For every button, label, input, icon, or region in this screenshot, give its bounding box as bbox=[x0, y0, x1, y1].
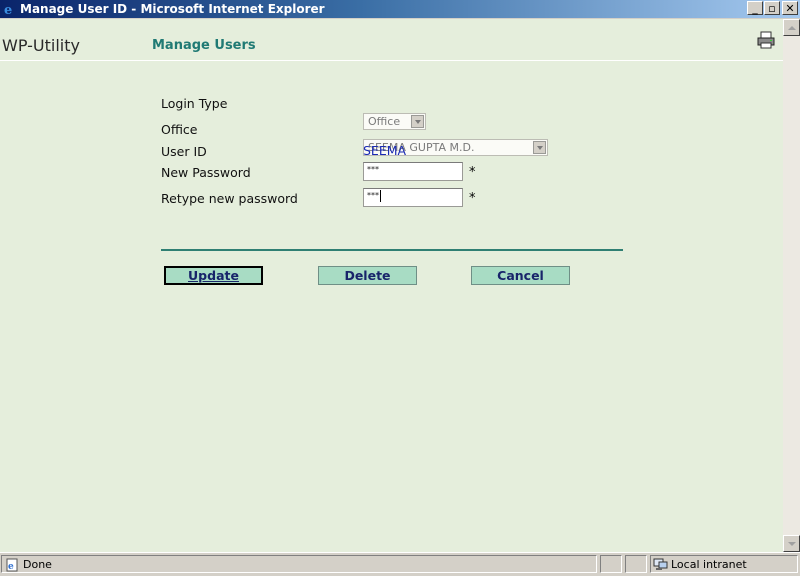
status-pane bbox=[600, 555, 622, 573]
printer-icon[interactable] bbox=[756, 31, 776, 49]
page-content: WP-Utility Manage Users Login Type Offic… bbox=[0, 19, 783, 552]
page-done-icon: e bbox=[6, 558, 18, 572]
update-button-label: Update bbox=[188, 268, 239, 283]
status-pane bbox=[625, 555, 647, 573]
retype-password-label: Retype new password bbox=[161, 191, 298, 206]
user-id-value: SEEMA bbox=[363, 143, 407, 158]
new-password-field[interactable]: *** bbox=[363, 162, 463, 181]
user-id-label: User ID bbox=[161, 144, 207, 159]
retype-password-field[interactable]: *** bbox=[363, 188, 463, 207]
brand-logo: WP-Utility bbox=[2, 36, 80, 55]
maximize-button[interactable]: ▫ bbox=[764, 1, 780, 15]
security-zone-panel[interactable]: Local intranet bbox=[650, 555, 798, 573]
svg-text:e: e bbox=[4, 3, 12, 16]
office-label: Office bbox=[161, 122, 198, 137]
close-button[interactable]: ✕ bbox=[782, 1, 798, 15]
ie-icon: e bbox=[4, 3, 12, 16]
page-header: WP-Utility Manage Users bbox=[0, 19, 783, 61]
login-type-select[interactable]: Office bbox=[363, 113, 426, 130]
status-bar: e Done Local intranet bbox=[0, 552, 800, 576]
vertical-scrollbar[interactable] bbox=[783, 19, 800, 552]
window-title-bar[interactable]: e Manage User ID - Microsoft Internet Ex… bbox=[0, 0, 800, 18]
chevron-down-icon[interactable] bbox=[411, 115, 424, 128]
new-password-value: *** bbox=[367, 165, 379, 174]
minimize-button[interactable]: _ bbox=[747, 1, 763, 15]
form-divider bbox=[161, 249, 623, 251]
svg-text:e: e bbox=[8, 562, 14, 572]
cancel-button[interactable]: Cancel bbox=[471, 266, 570, 285]
header-divider bbox=[0, 60, 783, 61]
status-panel: e Done bbox=[1, 555, 597, 573]
login-type-label: Login Type bbox=[161, 96, 228, 111]
login-type-value: Office bbox=[368, 115, 401, 128]
window-title: Manage User ID - Microsoft Internet Expl… bbox=[20, 2, 325, 16]
scroll-up-button[interactable] bbox=[783, 19, 800, 36]
scroll-down-button[interactable] bbox=[783, 535, 800, 552]
required-marker: * bbox=[469, 165, 476, 180]
text-caret bbox=[380, 189, 381, 202]
delete-button[interactable]: Delete bbox=[318, 266, 417, 285]
update-button[interactable]: Update bbox=[164, 266, 263, 285]
zone-text: Local intranet bbox=[671, 558, 747, 571]
required-marker: * bbox=[469, 191, 476, 206]
retype-password-value: *** bbox=[367, 191, 379, 200]
status-text: Done bbox=[23, 558, 52, 571]
chevron-down-icon[interactable] bbox=[533, 141, 546, 154]
page-title: Manage Users bbox=[152, 38, 256, 53]
intranet-icon bbox=[653, 558, 668, 570]
new-password-label: New Password bbox=[161, 165, 251, 180]
